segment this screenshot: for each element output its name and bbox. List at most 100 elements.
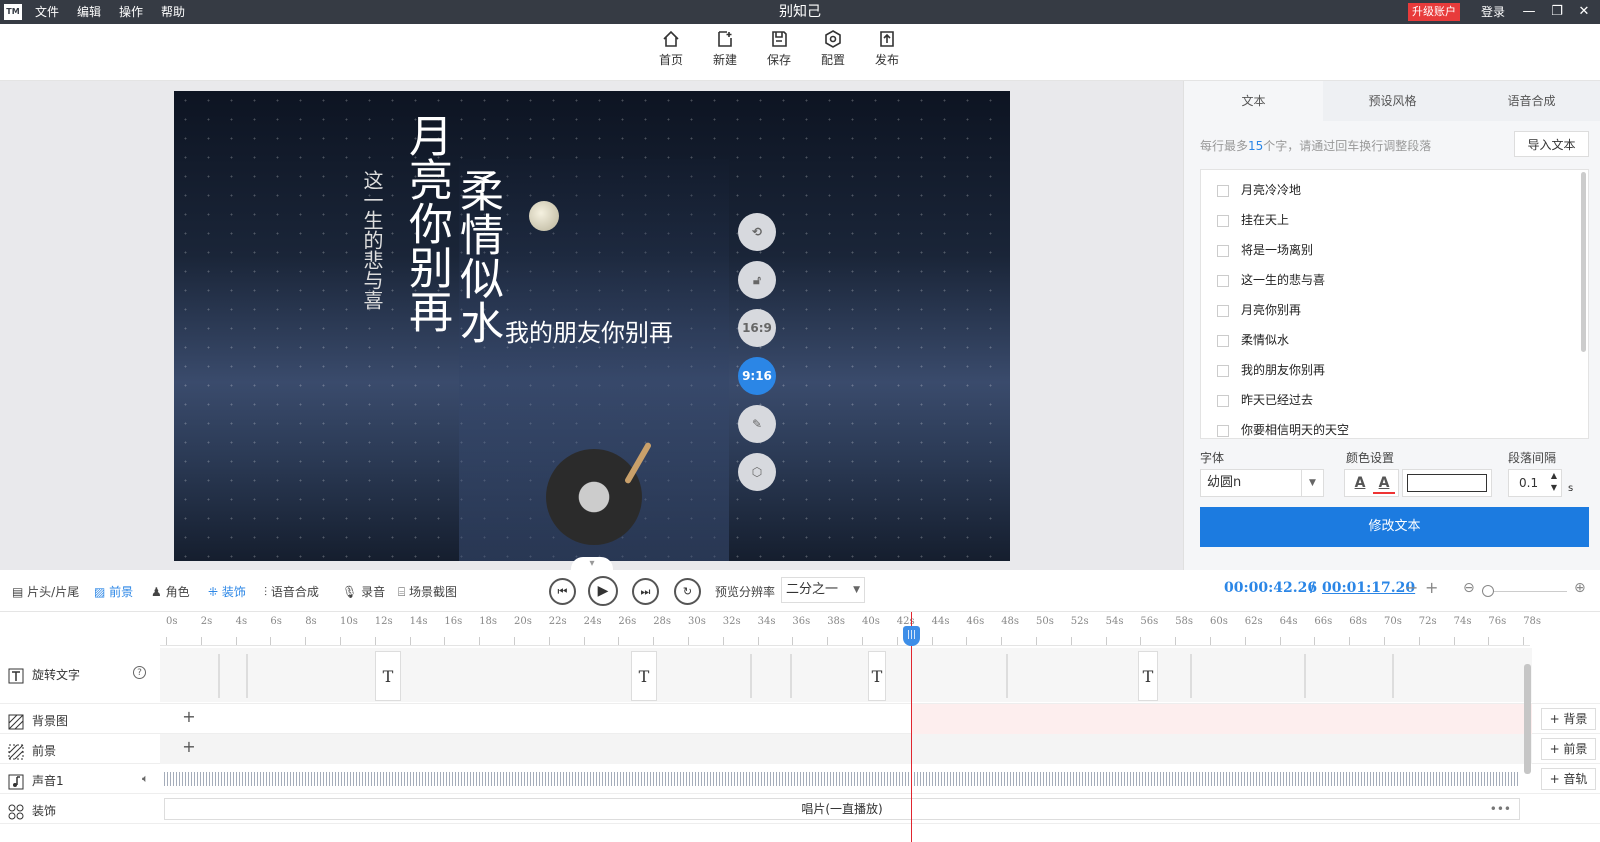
- settings-icon[interactable]: ⬡: [738, 453, 776, 491]
- next-icon[interactable]: ⏭︎: [632, 578, 659, 605]
- list-item[interactable]: 昨天已经过去: [1217, 390, 1313, 410]
- list-item[interactable]: 你要相信明天的天空: [1217, 420, 1349, 438]
- decoration-clip[interactable]: 唱片(一直播放) •••: [164, 798, 1520, 820]
- add-audio-track-button[interactable]: + 音轨: [1541, 768, 1596, 790]
- tab-character[interactable]: ♟ 角色: [151, 583, 190, 600]
- menu-help[interactable]: 帮助: [161, 0, 185, 24]
- foreground-lane[interactable]: [160, 734, 1532, 764]
- audio-waveform[interactable]: [164, 772, 1520, 786]
- menu-edit[interactable]: 编辑: [77, 0, 101, 24]
- text-clip[interactable]: T: [375, 651, 401, 701]
- tab-voice-synthesis[interactable]: 语音合成: [1462, 81, 1600, 121]
- collapse-handle-icon[interactable]: ▾: [571, 557, 613, 570]
- add-foreground-button[interactable]: + 前景: [1541, 738, 1596, 760]
- checkbox[interactable]: [1217, 184, 1229, 197]
- vinyl-record[interactable]: [546, 449, 642, 545]
- config-button[interactable]: 配置: [813, 30, 853, 68]
- preview-text-line4[interactable]: 我的朋友你别再: [505, 313, 673, 348]
- new-button[interactable]: 新建: [705, 30, 745, 68]
- upgrade-button[interactable]: 升级账户: [1408, 3, 1460, 21]
- modify-text-button[interactable]: 修改文本: [1200, 507, 1589, 547]
- ratio-9-16-button[interactable]: 9:16: [738, 357, 776, 395]
- checkbox[interactable]: [1217, 394, 1229, 407]
- timeline-ruler[interactable]: 0s 2s 4s 6s 8s 10s 12s 14s 16s 18s 20s 22s 24s 26s 28s…: [160, 612, 1541, 646]
- tab-screenshot[interactable]: ⌸ 场景截图: [398, 583, 457, 600]
- menu-file[interactable]: 文件: [35, 0, 59, 24]
- checkbox[interactable]: [1217, 364, 1229, 377]
- preview-text-line1[interactable]: 这一生的悲与喜: [358, 170, 387, 310]
- checkbox[interactable]: [1217, 214, 1229, 227]
- more-icon[interactable]: •••: [1490, 799, 1511, 819]
- tab-foreground[interactable]: ▨ 前景: [94, 583, 133, 600]
- text-clip[interactable]: T: [868, 651, 886, 701]
- list-item[interactable]: 挂在天上: [1217, 210, 1289, 230]
- publish-button[interactable]: 发布: [867, 30, 907, 68]
- play-icon[interactable]: ▶: [588, 576, 618, 606]
- color-swatch[interactable]: [1402, 469, 1492, 497]
- list-item[interactable]: 这一生的悲与喜: [1217, 270, 1325, 290]
- login-link[interactable]: 登录: [1481, 0, 1505, 24]
- tab-decoration[interactable]: ⁜ 装饰: [208, 583, 246, 600]
- text-marker[interactable]: [218, 654, 220, 698]
- minus-icon[interactable]: −: [1405, 578, 1418, 597]
- checkbox[interactable]: [1217, 274, 1229, 287]
- text-lane[interactable]: T T T T: [160, 648, 1532, 702]
- edit-icon[interactable]: ✎: [738, 405, 776, 443]
- home-button[interactable]: 首页: [651, 30, 691, 68]
- text-clip[interactable]: T: [1138, 651, 1158, 701]
- playhead-line[interactable]: [911, 612, 912, 842]
- minimize-icon[interactable]: —: [1517, 0, 1541, 24]
- list-item[interactable]: 月亮你别再: [1217, 300, 1301, 320]
- replay-icon[interactable]: ↻: [674, 578, 701, 605]
- zoom-out-icon[interactable]: ⊖: [1463, 580, 1475, 596]
- plus-icon[interactable]: +: [1425, 578, 1438, 597]
- save-button[interactable]: 保存: [759, 30, 799, 68]
- font-select[interactable]: 幼圆n ▼: [1200, 469, 1324, 497]
- list-item[interactable]: 月亮冷冷地: [1217, 180, 1301, 200]
- add-background-button[interactable]: + 背景: [1541, 708, 1596, 730]
- zoom-in-icon[interactable]: ⊕: [1574, 580, 1586, 596]
- add-bg-plus-icon[interactable]: +: [180, 708, 198, 726]
- playhead-handle-icon[interactable]: |||: [903, 626, 920, 646]
- checkbox[interactable]: [1217, 304, 1229, 317]
- restore-icon[interactable]: ❐: [1545, 0, 1569, 24]
- text-marker[interactable]: [1392, 654, 1394, 698]
- font-color-icon[interactable]: A: [1349, 472, 1371, 494]
- stepper-arrows-icon[interactable]: ▲ ▼: [1551, 470, 1557, 494]
- import-text-button[interactable]: 导入文本: [1514, 131, 1589, 157]
- prev-icon[interactable]: ⏮︎: [549, 578, 576, 605]
- list-item[interactable]: 柔情似水: [1217, 330, 1289, 350]
- volume-icon[interactable]: 🔈︎: [142, 772, 149, 786]
- checkbox[interactable]: [1217, 334, 1229, 347]
- preview-text-line3[interactable]: 柔情似水: [445, 168, 509, 344]
- zoom-slider-handle[interactable]: [1482, 585, 1494, 597]
- stroke-color-icon[interactable]: A: [1373, 472, 1395, 494]
- list-item[interactable]: 我的朋友你别再: [1217, 360, 1325, 380]
- tab-preset-style[interactable]: 预设风格: [1323, 81, 1462, 121]
- text-clip[interactable]: T: [631, 651, 657, 701]
- unlock-icon[interactable]: 🔓︎: [738, 261, 776, 299]
- resolution-select[interactable]: 二分之一 ▼: [781, 577, 865, 603]
- tab-record[interactable]: 🎙︎ 录音: [342, 583, 385, 600]
- zoom-slider-track[interactable]: [1482, 591, 1567, 592]
- add-fg-plus-icon[interactable]: +: [180, 738, 198, 756]
- tab-voice-synthesis-bar[interactable]: ⫶ 语音合成: [264, 583, 319, 600]
- text-marker[interactable]: [1304, 654, 1306, 698]
- tab-text[interactable]: 文本: [1184, 81, 1323, 121]
- chevron-down-icon[interactable]: ▼: [1301, 470, 1323, 496]
- help-icon[interactable]: ?: [133, 666, 146, 679]
- rotate-icon[interactable]: ⟲: [738, 213, 776, 251]
- checkbox[interactable]: [1217, 424, 1229, 437]
- checkbox[interactable]: [1217, 244, 1229, 257]
- spacing-stepper[interactable]: 0.1 ▲ ▼: [1508, 469, 1562, 497]
- text-marker[interactable]: [1006, 654, 1008, 698]
- text-marker[interactable]: [246, 654, 248, 698]
- text-marker[interactable]: [750, 654, 752, 698]
- text-marker[interactable]: [1190, 654, 1192, 698]
- list-item[interactable]: 将是一场离别: [1217, 240, 1313, 260]
- timeline-scrollbar[interactable]: [1524, 664, 1531, 774]
- menu-operate[interactable]: 操作: [119, 0, 143, 24]
- text-marker[interactable]: [790, 654, 792, 698]
- close-icon[interactable]: ✕: [1572, 0, 1596, 24]
- ratio-16-9-button[interactable]: 16:9: [738, 309, 776, 347]
